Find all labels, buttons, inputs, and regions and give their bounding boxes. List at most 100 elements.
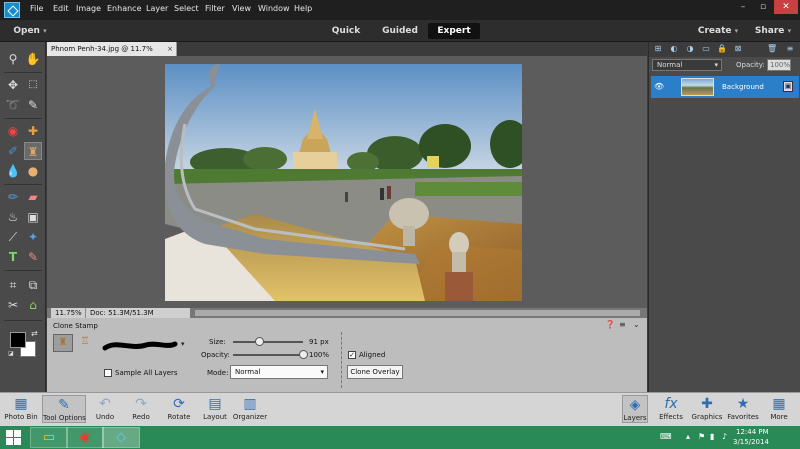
brush-tool-icon[interactable]: ✏ [4, 188, 22, 206]
graphics-button[interactable]: ✚ Graphics [690, 395, 724, 421]
hand-tool-icon[interactable]: ✋ [24, 50, 42, 68]
share-button[interactable]: Share ▾ [750, 23, 796, 39]
default-colors-icon[interactable]: ◪ [8, 350, 14, 357]
size-value[interactable]: 91 px [309, 338, 329, 346]
lock-transparent-icon[interactable]: ⊠ [733, 44, 743, 54]
menu-edit[interactable]: Edit [53, 4, 69, 13]
sponge-tool-icon[interactable]: ● [24, 162, 42, 180]
organizer-button[interactable]: ▥ Organizer [232, 395, 268, 421]
canvas-area[interactable] [47, 56, 647, 308]
effects-button[interactable]: fx Effects [654, 395, 688, 421]
new-layer-icon[interactable]: ⊞ [653, 44, 663, 54]
favorites-button[interactable]: ★ Favorites [726, 395, 760, 421]
lock-all-icon[interactable]: 🔒 [717, 44, 727, 54]
clone-stamp-tool-icon[interactable]: ♜ [24, 142, 42, 160]
more-button[interactable]: ▦ More [764, 395, 794, 421]
start-button[interactable] [2, 428, 28, 447]
marquee-tool-icon[interactable]: ⬚ [24, 76, 42, 94]
pencil-tool-icon[interactable]: ✎ [24, 248, 42, 266]
tab-guided[interactable]: Guided [378, 23, 422, 39]
redo-button[interactable]: ↷ Redo [126, 395, 156, 421]
photo-bin-button[interactable]: ▦ Photo Bin [2, 395, 40, 421]
gradient-tool-icon[interactable]: ▣ [24, 208, 42, 226]
restore-icon[interactable]: ▫ [754, 0, 772, 14]
minimize-icon[interactable]: – [734, 0, 752, 14]
menu-window[interactable]: Window [258, 4, 290, 13]
document-photo[interactable] [165, 64, 522, 301]
opacity-value[interactable]: 100% [309, 351, 329, 359]
collapse-icon[interactable]: ⌄ [633, 320, 640, 329]
undo-button[interactable]: ↶ Undo [90, 395, 120, 421]
size-slider[interactable] [233, 341, 303, 343]
close-window-icon[interactable]: ✕ [774, 0, 798, 14]
menu-filter[interactable]: Filter [205, 4, 225, 13]
pattern-stamp-mode-icon[interactable]: ♖ [75, 334, 95, 352]
adjustment-layer-icon[interactable]: ◑ [685, 44, 695, 54]
zoom-level[interactable]: 11.75% [51, 308, 86, 318]
spot-healing-tool-icon[interactable]: ✚ [24, 122, 42, 140]
red-eye-tool-icon[interactable]: ◉ [4, 122, 22, 140]
zoom-tool-icon[interactable]: ⚲ [4, 50, 22, 68]
eraser-tool-icon[interactable]: ▰ [24, 188, 42, 206]
mode-select[interactable]: Normal ▾ [230, 365, 328, 379]
open-button[interactable]: Open ▾ [10, 23, 50, 39]
straighten-tool-icon[interactable]: ⌂ [24, 296, 42, 314]
crop-tool-icon[interactable]: ⌗ [4, 276, 22, 294]
foreground-color-swatch[interactable] [10, 332, 26, 348]
sample-all-layers-checkbox[interactable] [104, 369, 112, 377]
swap-colors-icon[interactable]: ⇄ [31, 329, 38, 338]
panel-menu-icon[interactable]: ≡ [785, 44, 795, 54]
document-tab[interactable]: Phnom Penh-34.jpg @ 11.7% (RGB/8) × [47, 42, 177, 67]
move-tool-icon[interactable]: ✥ [4, 76, 22, 94]
quick-selection-tool-icon[interactable]: ✎ [24, 96, 42, 114]
help-icon[interactable]: ❓ [605, 320, 615, 329]
flag-icon[interactable]: ⚑ [698, 432, 705, 441]
brush-preset-picker[interactable] [101, 338, 179, 354]
smart-brush-tool-icon[interactable]: ✐ [4, 142, 22, 160]
clone-stamp-mode-icon[interactable]: ♜ [53, 334, 73, 352]
menu-layer[interactable]: Layer [146, 4, 168, 13]
layout-button[interactable]: ▤ Layout [200, 395, 230, 421]
menu-image[interactable]: Image [76, 4, 101, 13]
type-tool-icon[interactable]: T [4, 248, 22, 266]
layer-row-background[interactable]: 👁 Background ▣ [651, 76, 799, 98]
rotate-button[interactable]: ⟳ Rotate [162, 395, 196, 421]
layer-mask-icon[interactable]: ▭ [701, 44, 711, 54]
network-icon[interactable]: ▮ [710, 432, 714, 441]
panel-menu-icon[interactable]: ≡ [619, 320, 626, 329]
eyedropper-tool-icon[interactable]: ⟋ [4, 228, 22, 246]
clock-date[interactable]: 3/15/2014 [733, 438, 769, 446]
layer-opacity-field[interactable]: 100% [767, 59, 791, 71]
visibility-eye-icon[interactable]: 👁 [654, 82, 664, 91]
volume-icon[interactable]: ♪ [722, 432, 727, 441]
menu-file[interactable]: File [30, 4, 43, 13]
chevron-down-icon[interactable]: ▾ [181, 340, 185, 348]
menu-help[interactable]: Help [294, 4, 312, 13]
paint-bucket-tool-icon[interactable]: ♨ [4, 208, 22, 226]
keyboard-icon[interactable]: ⌨ [660, 432, 672, 441]
trash-icon[interactable]: 🗑 [767, 44, 777, 54]
new-group-icon[interactable]: ◐ [669, 44, 679, 54]
blend-mode-select[interactable]: Normal ▾ [652, 59, 722, 71]
recompose-tool-icon[interactable]: ⧉ [24, 276, 42, 294]
menu-select[interactable]: Select [174, 4, 199, 13]
clock-time[interactable]: 12:44 PM [736, 428, 769, 436]
content-aware-move-icon[interactable]: ✂ [4, 296, 22, 314]
tab-expert[interactable]: Expert [428, 23, 480, 39]
photoshop-elements-icon[interactable]: ◇ [102, 427, 140, 448]
show-hidden-icons-icon[interactable]: ▴ [686, 432, 690, 441]
close-icon[interactable]: × [167, 42, 173, 56]
create-button[interactable]: Create ▾ [694, 23, 742, 39]
custom-shape-tool-icon[interactable]: ✦ [24, 228, 42, 246]
menu-view[interactable]: View [232, 4, 251, 13]
size-slider-handle[interactable] [254, 337, 264, 346]
horizontal-scrollbar[interactable] [195, 310, 640, 316]
tool-options-button[interactable]: ✎ Tool Options [42, 395, 86, 423]
tab-quick[interactable]: Quick [326, 23, 366, 39]
file-explorer-icon[interactable]: ▭ [30, 427, 68, 448]
clone-overlay-button[interactable]: Clone Overlay [347, 365, 403, 379]
layers-button[interactable]: ◈ Layers [622, 395, 648, 423]
lasso-tool-icon[interactable]: ➰ [4, 96, 22, 114]
aligned-checkbox[interactable]: ✓ [348, 351, 356, 359]
blur-tool-icon[interactable]: 💧 [4, 162, 22, 180]
